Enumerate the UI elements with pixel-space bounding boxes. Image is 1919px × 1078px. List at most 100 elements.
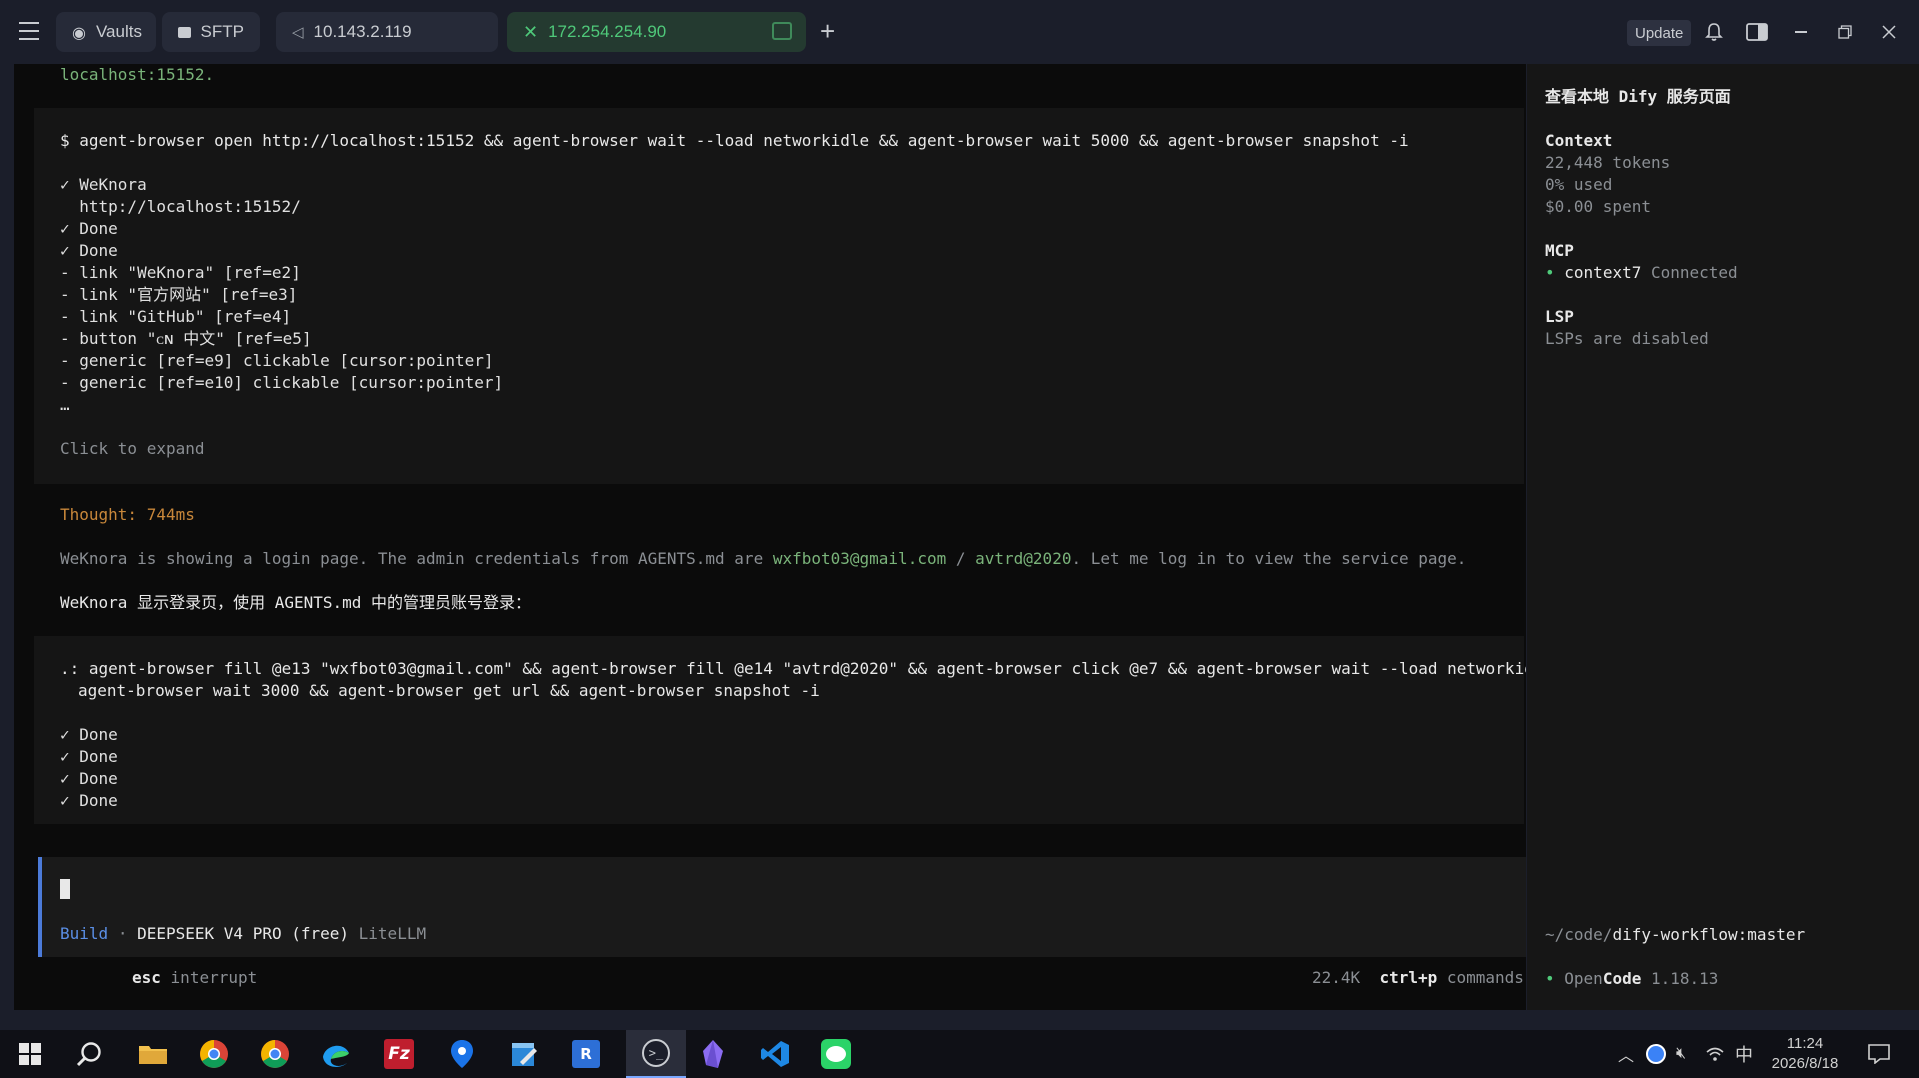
command-1: $ agent-browser open http://localhost:15… <box>60 131 1409 150</box>
output-line: - link "官方网站" [ref=e3] <box>60 285 298 304</box>
speaker-muted-icon[interactable]: 🔇︎ <box>1676 1030 1686 1078</box>
disconnected-icon: ◁ <box>292 23 304 41</box>
expand-link[interactable]: Click to expand <box>60 438 205 460</box>
vscode-icon[interactable] <box>757 1036 793 1072</box>
path-prefix: ~/code/ <box>1545 925 1613 944</box>
message-text: . Let me log in to view the service page… <box>1071 549 1467 568</box>
mcp-server-status: Connected <box>1650 263 1738 282</box>
model-name[interactable]: DEEPSEEK V4 PRO (free) <box>137 924 349 943</box>
status-dot-icon: • <box>1545 263 1555 282</box>
token-count: 22.4K <box>1312 968 1361 987</box>
chrome-dev-icon[interactable] <box>257 1036 293 1072</box>
clock[interactable]: 11:24 2026/8/18 <box>1768 1030 1842 1078</box>
maps-pin-icon[interactable] <box>444 1036 480 1072</box>
output-line: ✓ Done <box>60 791 118 810</box>
password-link[interactable]: avtrd@2020 <box>975 549 1071 568</box>
folder-icon <box>178 26 191 38</box>
separator: / <box>946 549 976 568</box>
clock-time: 11:24 <box>1786 1035 1824 1052</box>
file-explorer-icon[interactable] <box>135 1036 171 1072</box>
notifications-icon[interactable] <box>1868 1030 1890 1078</box>
edge-icon[interactable] <box>318 1036 354 1072</box>
status-dot-icon: • <box>1545 969 1555 988</box>
text-cursor <box>60 879 70 899</box>
assistant-message: WeKnora is showing a login page. The adm… <box>60 548 1466 570</box>
token-usage: 22,448 tokens <box>1545 153 1671 172</box>
bell-icon[interactable] <box>1702 20 1726 44</box>
tab-vaults-label: Vaults <box>95 22 142 41</box>
session-sidebar: 查看本地 Dify 服务页面 Context 22,448 tokens 0% … <box>1527 64 1919 1010</box>
provider-name: LiteLLM <box>358 924 427 943</box>
output-line: ✓ Done <box>60 747 118 766</box>
interrupt-hint: esc interrupt <box>132 967 257 989</box>
message-text: WeKnora is showing a login page. The adm… <box>60 549 773 568</box>
remote-desktop-icon[interactable]: R <box>568 1036 604 1072</box>
mcp-heading: MCP <box>1545 241 1574 260</box>
commands-hint: 22.4K ctrl+p commands <box>1312 967 1524 989</box>
output-line: ✓ Done <box>60 219 118 238</box>
minimize-icon[interactable] <box>1789 20 1813 44</box>
mode-label[interactable]: Build <box>60 924 108 943</box>
tab-sftp[interactable]: SFTP <box>162 12 260 52</box>
tab-vaults[interactable]: ◉ Vaults <box>56 12 156 52</box>
terminal-icon <box>772 22 792 40</box>
context-heading: Context <box>1545 131 1613 150</box>
path-branch: dify-workflow:master <box>1612 925 1806 944</box>
output-line: http://localhost:15152/ <box>60 197 301 216</box>
separator-dot: · <box>117 924 128 943</box>
wechat-work-icon[interactable] <box>818 1036 854 1072</box>
obsidian-icon[interactable] <box>695 1036 731 1072</box>
tab-host2-label: 172.254.254.90 <box>548 22 667 41</box>
output-line: - link "WeKnora" [ref=e2] <box>60 263 301 282</box>
app-name-code: Code <box>1602 969 1642 988</box>
command-2-line-2: agent-browser wait 3000 && agent-browser… <box>78 681 820 700</box>
workspace-path: ~/code/dify-workflow:master <box>1545 924 1805 946</box>
thought-label: Thought: 744ms <box>60 505 195 524</box>
new-tab-button[interactable]: + <box>820 16 835 47</box>
restore-icon[interactable] <box>1833 20 1857 44</box>
panel-toggle-icon[interactable] <box>1745 20 1769 44</box>
chrome-icon[interactable] <box>196 1036 232 1072</box>
windows-taskbar: Fz R >_ ︿ 🔇︎ 中 11:24 2026/8/18 <box>0 1030 1919 1078</box>
vault-icon: ◉ <box>72 22 86 42</box>
output-line: ✓ Done <box>60 241 118 260</box>
command-2: .: agent-browser fill @e13 "wxfbot03@gma… <box>60 658 1526 680</box>
tab-host-10-143-2-119[interactable]: ◁ 10.143.2.119 <box>276 12 498 52</box>
model-status: Build · DEEPSEEK V4 PRO (free) LiteLLM <box>60 923 426 945</box>
terminal-app-icon[interactable]: >_ <box>626 1030 686 1078</box>
output-line: - generic [ref=e9] clickable [cursor:poi… <box>60 351 494 370</box>
close-tab-icon[interactable]: ✕ <box>523 22 538 43</box>
output-line: ✓ Done <box>60 769 118 788</box>
output-line: - generic [ref=e10] clickable [cursor:po… <box>60 373 504 392</box>
commands-label[interactable]: commands <box>1447 968 1524 987</box>
terminal-output[interactable]: localhost:15152. $ agent-browser open ht… <box>14 64 1526 1010</box>
lsp-heading: LSP <box>1545 307 1574 326</box>
tab-host-172-254-254-90[interactable]: ✕ 172.254.254.90 <box>507 12 806 52</box>
email-link[interactable]: wxfbot03@gmail.com <box>773 549 946 568</box>
output-line: - button "ᴄɴ 中文" [ref=e5] <box>60 329 312 348</box>
tab-host1-label: 10.143.2.119 <box>313 22 412 41</box>
tab-sftp-label: SFTP <box>200 22 244 41</box>
windows-start-icon[interactable] <box>12 1036 48 1072</box>
notepad-icon[interactable] <box>506 1036 542 1072</box>
output-line: … <box>60 395 70 414</box>
lsp-status: LSPs are disabled <box>1545 329 1709 348</box>
close-window-icon[interactable] <box>1877 20 1901 44</box>
assistant-message-cn: WeKnora 显示登录页，使用 AGENTS.md 中的管理员账号登录： <box>60 593 532 612</box>
show-hidden-icons[interactable]: ︿ <box>1618 1030 1634 1078</box>
esc-label: interrupt <box>170 968 258 987</box>
menu-icon[interactable] <box>18 22 40 40</box>
ctrl-p-key: ctrl+p <box>1379 968 1438 987</box>
mcp-server-item: • context7 Connected <box>1545 262 1738 284</box>
session-title: 查看本地 Dify 服务页面 <box>1545 87 1731 106</box>
tray-app-icon[interactable] <box>1646 1030 1666 1078</box>
output-line: ✓ Done <box>60 725 118 744</box>
update-button[interactable]: Update <box>1627 20 1692 46</box>
ime-indicator[interactable]: 中 <box>1735 1030 1753 1078</box>
command-2-line-1: agent-browser fill @e13 "wxfbot03@gmail.… <box>88 659 1526 678</box>
output-fragment: localhost:15152. <box>60 65 215 84</box>
wifi-icon[interactable] <box>1706 1030 1724 1078</box>
filezilla-icon[interactable]: Fz <box>381 1036 417 1072</box>
app-version: • OpenCode 1.18.13 <box>1545 968 1718 990</box>
search-icon[interactable] <box>72 1036 108 1072</box>
